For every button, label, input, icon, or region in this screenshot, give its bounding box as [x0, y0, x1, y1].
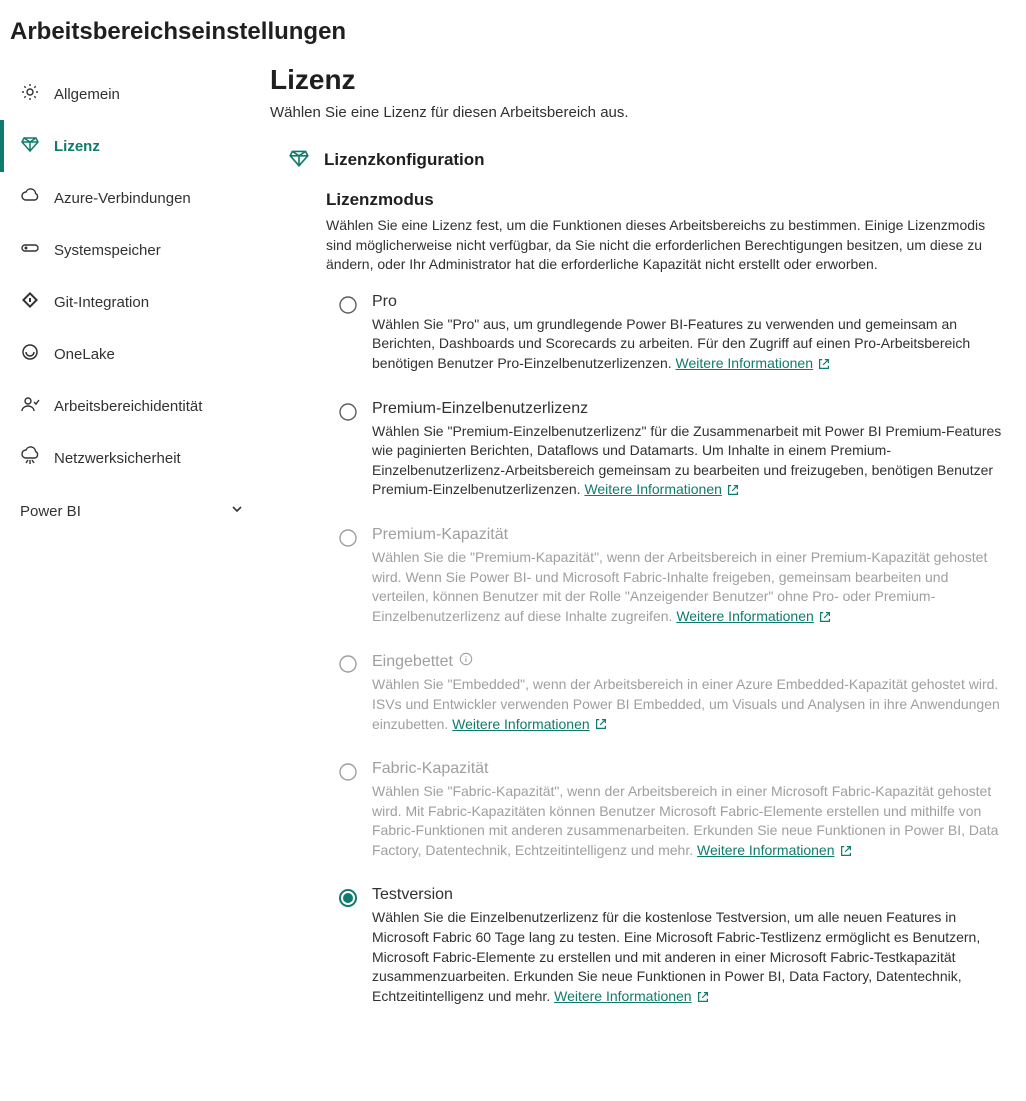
sidebar-item-label: Azure-Verbindungen: [54, 190, 191, 207]
sidebar-item-git[interactable]: Git-Integration: [0, 276, 260, 328]
git-icon: [20, 290, 40, 314]
learn-more-link[interactable]: Weitere Informationen: [676, 607, 831, 627]
sidebar-item-label: Lizenz: [54, 138, 100, 155]
sidebar-group-powerbi[interactable]: Power BI: [0, 484, 260, 532]
learn-more-link[interactable]: Weitere Informationen: [554, 987, 709, 1007]
network-icon: [20, 446, 40, 470]
sidebar-item-network[interactable]: Netzwerksicherheit: [0, 432, 260, 484]
diamond-icon: [288, 147, 310, 172]
radio-trial[interactable]: [338, 888, 358, 1006]
sidebar-item-general[interactable]: Allgemein: [0, 68, 260, 120]
radio-embedded: [338, 654, 358, 734]
option-title: Premium-Kapazität: [372, 526, 1002, 544]
sidebar-item-label: Git-Integration: [54, 294, 149, 311]
page-title: Arbeitsbereichseinstellungen: [0, 0, 1026, 54]
identity-icon: [20, 394, 40, 418]
main-panel: Lizenz Wählen Sie eine Lizenz für diesen…: [260, 54, 1026, 1062]
sidebar-item-label: OneLake: [54, 346, 115, 363]
info-icon[interactable]: [459, 652, 473, 671]
mode-heading: Lizenzmodus: [326, 190, 1002, 210]
sidebar-item-storage[interactable]: Systemspeicher: [0, 224, 260, 276]
radio-premium-capacity: [338, 528, 358, 626]
onelake-icon: [20, 342, 40, 366]
option-desc: Wählen Sie "Pro" aus, um grundlegende Po…: [372, 315, 1002, 374]
sidebar-item-license[interactable]: Lizenz: [0, 120, 260, 172]
option-title: Pro: [372, 293, 1002, 311]
license-option-embedded: Eingebettet Wählen Sie "Embedded", wenn d…: [326, 652, 1002, 734]
learn-more-link[interactable]: Weitere Informationen: [676, 354, 831, 374]
main-subtitle: Wählen Sie eine Lizenz für diesen Arbeit…: [270, 104, 1026, 121]
radio-ppu[interactable]: [338, 402, 358, 500]
option-desc: Wählen Sie "Fabric-Kapazität", wenn der …: [372, 782, 1002, 860]
main-heading: Lizenz: [270, 64, 1026, 96]
sidebar-item-label: Allgemein: [54, 86, 120, 103]
learn-more-link[interactable]: Weitere Informationen: [584, 480, 739, 500]
sidebar-item-onelake[interactable]: OneLake: [0, 328, 260, 380]
license-option-pro: Pro Wählen Sie "Pro" aus, um grundlegende…: [326, 293, 1002, 374]
storage-icon: [20, 238, 40, 262]
chevron-down-icon: [230, 502, 244, 520]
sidebar-group-label: Power BI: [20, 503, 81, 520]
config-title: Lizenzkonfiguration: [324, 150, 485, 170]
sidebar-item-label: Systemspeicher: [54, 242, 161, 259]
option-title: Fabric-Kapazität: [372, 760, 1002, 778]
mode-desc: Wählen Sie eine Lizenz fest, um die Funk…: [326, 216, 1002, 275]
option-title: Premium-Einzelbenutzerlizenz: [372, 400, 1002, 418]
sidebar-item-label: Arbeitsbereichidentität: [54, 398, 202, 415]
sidebar: Allgemein Lizenz Azure-Verbindungen Syst…: [0, 54, 260, 1062]
cloud-icon: [20, 186, 40, 210]
option-desc: Wählen Sie "Premium-Einzelbenutzerlizenz…: [372, 422, 1002, 500]
radio-fabric-capacity: [338, 762, 358, 860]
option-desc: Wählen Sie "Embedded", wenn der Arbeitsb…: [372, 675, 1002, 734]
option-title: Eingebettet: [372, 652, 1002, 671]
option-desc: Wählen Sie die "Premium-Kapazität", wenn…: [372, 548, 1002, 626]
license-option-trial: Testversion Wählen Sie die Einzelbenutzer…: [326, 886, 1002, 1006]
license-option-ppu: Premium-Einzelbenutzerlizenz Wählen Sie "…: [326, 400, 1002, 500]
learn-more-link[interactable]: Weitere Informationen: [452, 715, 607, 735]
sidebar-item-identity[interactable]: Arbeitsbereichidentität: [0, 380, 260, 432]
radio-pro[interactable]: [338, 295, 358, 374]
gear-icon: [20, 82, 40, 106]
sidebar-item-label: Netzwerksicherheit: [54, 450, 181, 467]
option-desc: Wählen Sie die Einzelbenutzerlizenz für …: [372, 908, 1002, 1006]
license-option-fabric-capacity: Fabric-Kapazität Wählen Sie "Fabric-Kapaz…: [326, 760, 1002, 860]
learn-more-link[interactable]: Weitere Informationen: [697, 841, 852, 861]
diamond-icon: [20, 134, 40, 158]
sidebar-item-azure[interactable]: Azure-Verbindungen: [0, 172, 260, 224]
license-option-premium-capacity: Premium-Kapazität Wählen Sie die "Premium…: [326, 526, 1002, 626]
option-title: Testversion: [372, 886, 1002, 904]
